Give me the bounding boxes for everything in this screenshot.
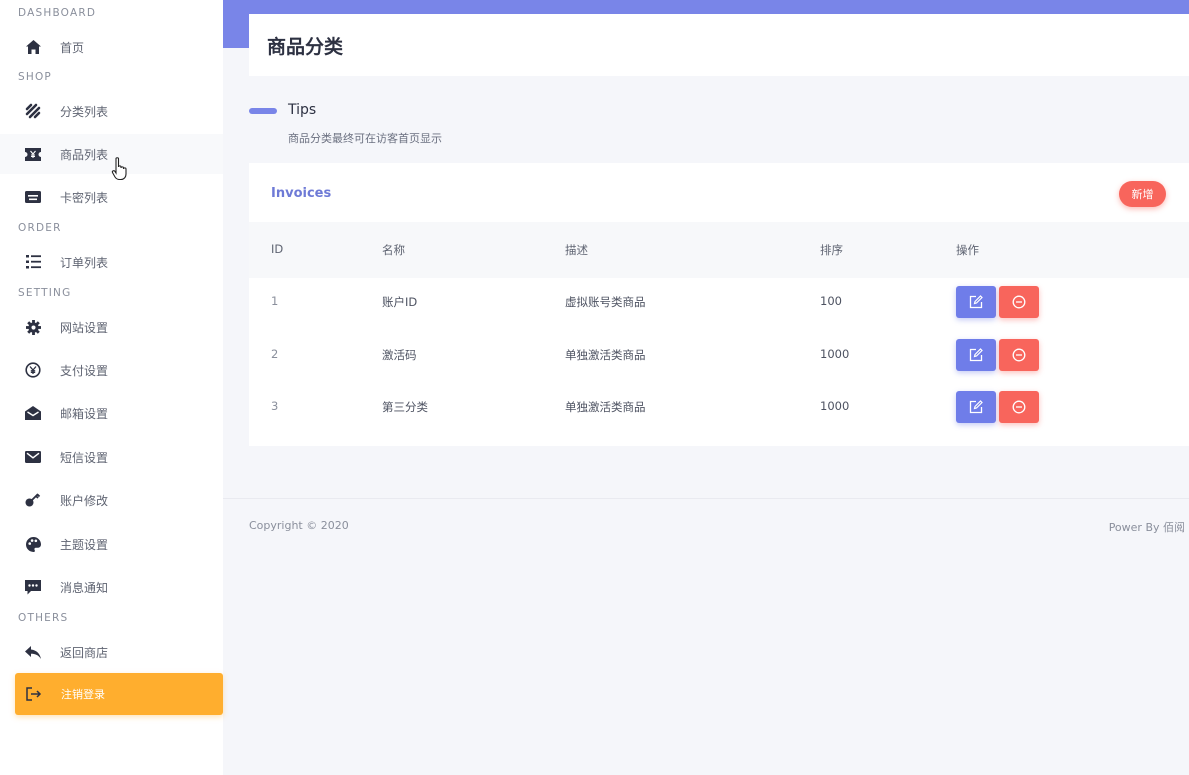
sidebar-item-label: 订单列表 [60, 255, 109, 270]
cell-sort: 100 [820, 294, 842, 308]
add-category-button[interactable]: 新增 [1119, 181, 1166, 207]
sidebar-item-home[interactable]: 首页 [0, 27, 223, 67]
column-header-desc: 描述 [565, 243, 588, 257]
grid-pattern-icon [24, 102, 42, 120]
sidebar-item-theme-settings[interactable]: 主题设置 [0, 524, 223, 564]
sidebar: DASHBOARD 首页 SHOP 分类列表 商品列表 卡密列表 ORDER 订… [0, 0, 223, 775]
table-row: 2 激活码 单独激活类商品 1000 [249, 329, 1189, 381]
edit-button[interactable] [956, 391, 996, 423]
sidebar-item-label: 主题设置 [60, 537, 109, 552]
sidebar-item-label: 首页 [60, 40, 85, 55]
sidebar-item-label: 账户修改 [60, 493, 109, 508]
logout-icon [25, 685, 43, 703]
sidebar-item-label: 注销登录 [61, 688, 105, 701]
cell-desc: 虚拟账号类商品 [565, 295, 646, 309]
ticket-icon [24, 145, 42, 163]
card-title: Invoices [271, 186, 332, 201]
cell-sort: 1000 [820, 347, 850, 361]
section-label-dashboard: DASHBOARD [18, 7, 97, 19]
minus-circle-icon [1012, 295, 1026, 309]
delete-button[interactable] [999, 286, 1039, 318]
column-header-name: 名称 [382, 243, 405, 257]
table-header: ID 名称 描述 排序 操作 [249, 222, 1189, 278]
sidebar-item-order-list[interactable]: 订单列表 [0, 242, 223, 282]
cell-id: 2 [271, 347, 279, 361]
minus-circle-icon [1012, 400, 1026, 414]
sidebar-item-label: 短信设置 [60, 450, 109, 465]
envelope-icon [24, 448, 42, 466]
delete-button[interactable] [999, 339, 1039, 371]
sidebar-item-label: 卡密列表 [60, 190, 109, 205]
cell-sort: 1000 [820, 399, 850, 413]
sidebar-item-label: 返回商店 [60, 645, 109, 660]
sidebar-item-payment-settings[interactable]: 支付设置 [0, 350, 223, 390]
sidebar-item-account-edit[interactable]: 账户修改 [0, 480, 223, 520]
tips-text: 商品分类最终可在访客首页显示 [288, 132, 442, 145]
table-row: 1 账户ID 虚拟账号类商品 100 [249, 276, 1189, 328]
section-label-setting: SETTING [18, 287, 72, 299]
sidebar-item-email-settings[interactable]: 邮箱设置 [0, 393, 223, 433]
gear-icon [24, 318, 42, 336]
sidebar-item-label: 网站设置 [60, 320, 109, 335]
logout-button[interactable]: 注销登录 [15, 673, 223, 715]
table-row: 3 第三分类 单独激活类商品 1000 [249, 381, 1189, 433]
envelope-open-icon [24, 404, 42, 422]
section-label-others: OTHERS [18, 612, 69, 624]
sidebar-item-label: 商品列表 [60, 147, 109, 162]
cell-name: 激活码 [382, 348, 417, 362]
section-label-order: ORDER [18, 222, 62, 234]
cell-id: 3 [271, 399, 279, 413]
sidebar-item-label: 支付设置 [60, 363, 109, 378]
footer-powered-by[interactable]: Power By 佰阅 [1109, 519, 1185, 535]
cell-name: 账户ID [382, 295, 418, 309]
home-icon [24, 38, 42, 56]
footer-divider [223, 498, 1189, 499]
page-title: 商品分类 [267, 35, 344, 58]
minus-circle-icon [1012, 348, 1026, 362]
sidebar-item-label: 邮箱设置 [60, 406, 109, 421]
yen-circle-icon [24, 361, 42, 379]
keyboard-icon [24, 188, 42, 206]
hand-cursor-icon [111, 157, 129, 185]
sidebar-item-label: 消息通知 [60, 580, 109, 595]
palette-icon [24, 535, 42, 553]
sidebar-item-sms-settings[interactable]: 短信设置 [0, 437, 223, 477]
sidebar-item-category-list[interactable]: 分类列表 [0, 91, 223, 131]
tips-accent-bar [249, 108, 277, 114]
key-icon [24, 491, 42, 509]
section-label-shop: SHOP [18, 71, 52, 83]
list-icon [24, 253, 42, 271]
cell-name: 第三分类 [382, 400, 428, 414]
cell-desc: 单独激活类商品 [565, 400, 646, 414]
cell-desc: 单独激活类商品 [565, 348, 646, 362]
sidebar-item-notifications[interactable]: 消息通知 [0, 567, 223, 607]
edit-icon [969, 348, 983, 362]
category-table-card: Invoices 新增 ID 名称 描述 排序 操作 1 账户ID 虚拟账号类商… [249, 163, 1189, 446]
edit-icon [969, 400, 983, 414]
footer-copyright: Copyright © 2020 [249, 519, 349, 532]
sidebar-item-back-to-shop[interactable]: 返回商店 [0, 632, 223, 672]
delete-button[interactable] [999, 391, 1039, 423]
column-header-action: 操作 [956, 243, 979, 257]
sidebar-item-label: 分类列表 [60, 104, 109, 119]
edit-button[interactable] [956, 286, 996, 318]
page-header: 商品分类 [249, 14, 1189, 76]
chat-icon [24, 578, 42, 596]
edit-icon [969, 295, 983, 309]
sidebar-item-site-settings[interactable]: 网站设置 [0, 307, 223, 347]
cell-id: 1 [271, 294, 279, 308]
reply-icon [24, 643, 42, 661]
edit-button[interactable] [956, 339, 996, 371]
column-header-sort: 排序 [820, 243, 843, 257]
column-header-id: ID [271, 242, 284, 256]
tips-title: Tips [288, 102, 317, 118]
